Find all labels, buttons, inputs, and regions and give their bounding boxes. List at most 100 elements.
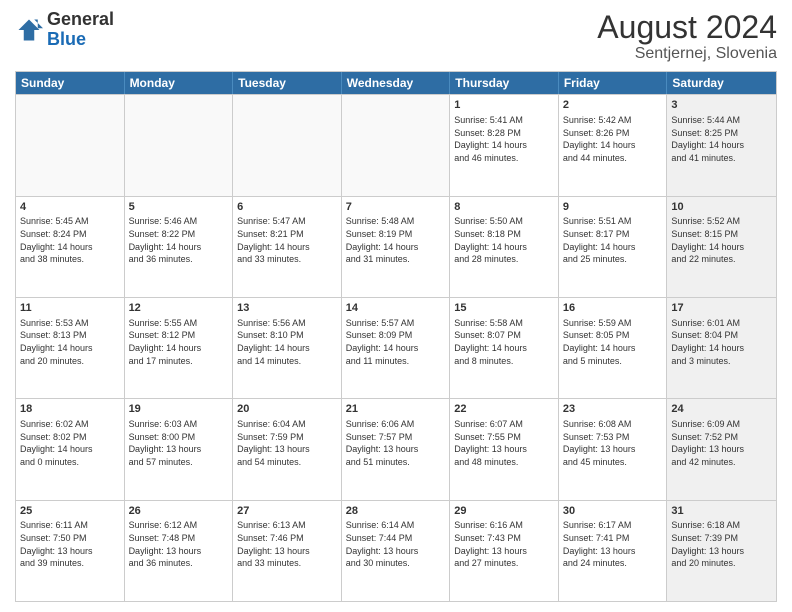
calendar-cell: 3Sunrise: 5:44 AM Sunset: 8:25 PM Daylig… bbox=[667, 95, 776, 195]
calendar-cell: 19Sunrise: 6:03 AM Sunset: 8:00 PM Dayli… bbox=[125, 399, 234, 499]
calendar-cell: 7Sunrise: 5:48 AM Sunset: 8:19 PM Daylig… bbox=[342, 197, 451, 297]
calendar-cell bbox=[342, 95, 451, 195]
calendar-cell: 6Sunrise: 5:47 AM Sunset: 8:21 PM Daylig… bbox=[233, 197, 342, 297]
logo-general: General bbox=[47, 9, 114, 29]
day-number: 6 bbox=[237, 200, 337, 215]
day-number: 10 bbox=[671, 200, 772, 215]
cell-content: Sunrise: 5:53 AM Sunset: 8:13 PM Dayligh… bbox=[20, 317, 120, 367]
day-number: 11 bbox=[20, 301, 120, 316]
calendar-cell: 23Sunrise: 6:08 AM Sunset: 7:53 PM Dayli… bbox=[559, 399, 668, 499]
calendar-cell: 1Sunrise: 5:41 AM Sunset: 8:28 PM Daylig… bbox=[450, 95, 559, 195]
day-header-monday: Monday bbox=[125, 72, 234, 94]
cell-content: Sunrise: 5:48 AM Sunset: 8:19 PM Dayligh… bbox=[346, 215, 446, 265]
cell-content: Sunrise: 5:56 AM Sunset: 8:10 PM Dayligh… bbox=[237, 317, 337, 367]
calendar-row: 1Sunrise: 5:41 AM Sunset: 8:28 PM Daylig… bbox=[16, 94, 776, 195]
logo: General Blue bbox=[15, 10, 114, 50]
day-number: 17 bbox=[671, 301, 772, 316]
day-number: 21 bbox=[346, 402, 446, 417]
day-header-thursday: Thursday bbox=[450, 72, 559, 94]
page: General Blue August 2024 Sentjernej, Slo… bbox=[0, 0, 792, 612]
title-section: August 2024 Sentjernej, Slovenia bbox=[597, 10, 777, 63]
day-number: 20 bbox=[237, 402, 337, 417]
subtitle: Sentjernej, Slovenia bbox=[597, 45, 777, 63]
calendar-cell: 20Sunrise: 6:04 AM Sunset: 7:59 PM Dayli… bbox=[233, 399, 342, 499]
calendar-cell: 12Sunrise: 5:55 AM Sunset: 8:12 PM Dayli… bbox=[125, 298, 234, 398]
day-number: 19 bbox=[129, 402, 229, 417]
cell-content: Sunrise: 6:04 AM Sunset: 7:59 PM Dayligh… bbox=[237, 418, 337, 468]
cell-content: Sunrise: 6:13 AM Sunset: 7:46 PM Dayligh… bbox=[237, 519, 337, 569]
calendar-row: 25Sunrise: 6:11 AM Sunset: 7:50 PM Dayli… bbox=[16, 500, 776, 601]
day-number: 27 bbox=[237, 504, 337, 519]
cell-content: Sunrise: 5:45 AM Sunset: 8:24 PM Dayligh… bbox=[20, 215, 120, 265]
cell-content: Sunrise: 5:47 AM Sunset: 8:21 PM Dayligh… bbox=[237, 215, 337, 265]
cell-content: Sunrise: 5:59 AM Sunset: 8:05 PM Dayligh… bbox=[563, 317, 663, 367]
calendar-cell: 21Sunrise: 6:06 AM Sunset: 7:57 PM Dayli… bbox=[342, 399, 451, 499]
calendar-cell: 22Sunrise: 6:07 AM Sunset: 7:55 PM Dayli… bbox=[450, 399, 559, 499]
calendar-cell: 25Sunrise: 6:11 AM Sunset: 7:50 PM Dayli… bbox=[16, 501, 125, 601]
calendar-cell: 13Sunrise: 5:56 AM Sunset: 8:10 PM Dayli… bbox=[233, 298, 342, 398]
logo-text: General Blue bbox=[47, 10, 114, 50]
day-number: 14 bbox=[346, 301, 446, 316]
calendar-cell: 8Sunrise: 5:50 AM Sunset: 8:18 PM Daylig… bbox=[450, 197, 559, 297]
day-number: 26 bbox=[129, 504, 229, 519]
day-number: 31 bbox=[671, 504, 772, 519]
cell-content: Sunrise: 5:50 AM Sunset: 8:18 PM Dayligh… bbox=[454, 215, 554, 265]
day-number: 28 bbox=[346, 504, 446, 519]
cell-content: Sunrise: 5:57 AM Sunset: 8:09 PM Dayligh… bbox=[346, 317, 446, 367]
calendar-header: SundayMondayTuesdayWednesdayThursdayFrid… bbox=[16, 72, 776, 94]
day-number: 2 bbox=[563, 98, 663, 113]
cell-content: Sunrise: 5:51 AM Sunset: 8:17 PM Dayligh… bbox=[563, 215, 663, 265]
day-number: 24 bbox=[671, 402, 772, 417]
day-number: 7 bbox=[346, 200, 446, 215]
calendar-cell: 14Sunrise: 5:57 AM Sunset: 8:09 PM Dayli… bbox=[342, 298, 451, 398]
cell-content: Sunrise: 6:12 AM Sunset: 7:48 PM Dayligh… bbox=[129, 519, 229, 569]
calendar-cell: 11Sunrise: 5:53 AM Sunset: 8:13 PM Dayli… bbox=[16, 298, 125, 398]
calendar-cell bbox=[125, 95, 234, 195]
cell-content: Sunrise: 6:11 AM Sunset: 7:50 PM Dayligh… bbox=[20, 519, 120, 569]
cell-content: Sunrise: 6:18 AM Sunset: 7:39 PM Dayligh… bbox=[671, 519, 772, 569]
cell-content: Sunrise: 6:09 AM Sunset: 7:52 PM Dayligh… bbox=[671, 418, 772, 468]
cell-content: Sunrise: 6:03 AM Sunset: 8:00 PM Dayligh… bbox=[129, 418, 229, 468]
day-number: 25 bbox=[20, 504, 120, 519]
day-header-sunday: Sunday bbox=[16, 72, 125, 94]
calendar-cell: 30Sunrise: 6:17 AM Sunset: 7:41 PM Dayli… bbox=[559, 501, 668, 601]
day-number: 15 bbox=[454, 301, 554, 316]
cell-content: Sunrise: 6:01 AM Sunset: 8:04 PM Dayligh… bbox=[671, 317, 772, 367]
logo-icon bbox=[15, 16, 43, 44]
day-number: 13 bbox=[237, 301, 337, 316]
calendar-cell: 16Sunrise: 5:59 AM Sunset: 8:05 PM Dayli… bbox=[559, 298, 668, 398]
cell-content: Sunrise: 6:07 AM Sunset: 7:55 PM Dayligh… bbox=[454, 418, 554, 468]
day-number: 12 bbox=[129, 301, 229, 316]
day-number: 29 bbox=[454, 504, 554, 519]
day-number: 22 bbox=[454, 402, 554, 417]
cell-content: Sunrise: 5:41 AM Sunset: 8:28 PM Dayligh… bbox=[454, 114, 554, 164]
calendar-cell: 9Sunrise: 5:51 AM Sunset: 8:17 PM Daylig… bbox=[559, 197, 668, 297]
cell-content: Sunrise: 5:52 AM Sunset: 8:15 PM Dayligh… bbox=[671, 215, 772, 265]
day-header-friday: Friday bbox=[559, 72, 668, 94]
cell-content: Sunrise: 6:14 AM Sunset: 7:44 PM Dayligh… bbox=[346, 519, 446, 569]
cell-content: Sunrise: 5:58 AM Sunset: 8:07 PM Dayligh… bbox=[454, 317, 554, 367]
calendar-row: 18Sunrise: 6:02 AM Sunset: 8:02 PM Dayli… bbox=[16, 398, 776, 499]
calendar-cell: 10Sunrise: 5:52 AM Sunset: 8:15 PM Dayli… bbox=[667, 197, 776, 297]
header: General Blue August 2024 Sentjernej, Slo… bbox=[15, 10, 777, 63]
calendar-cell: 27Sunrise: 6:13 AM Sunset: 7:46 PM Dayli… bbox=[233, 501, 342, 601]
day-number: 30 bbox=[563, 504, 663, 519]
calendar-cell: 15Sunrise: 5:58 AM Sunset: 8:07 PM Dayli… bbox=[450, 298, 559, 398]
day-number: 8 bbox=[454, 200, 554, 215]
cell-content: Sunrise: 6:02 AM Sunset: 8:02 PM Dayligh… bbox=[20, 418, 120, 468]
day-number: 16 bbox=[563, 301, 663, 316]
calendar-cell: 29Sunrise: 6:16 AM Sunset: 7:43 PM Dayli… bbox=[450, 501, 559, 601]
day-number: 3 bbox=[671, 98, 772, 113]
day-number: 4 bbox=[20, 200, 120, 215]
calendar: SundayMondayTuesdayWednesdayThursdayFrid… bbox=[15, 71, 777, 602]
day-header-wednesday: Wednesday bbox=[342, 72, 451, 94]
calendar-row: 11Sunrise: 5:53 AM Sunset: 8:13 PM Dayli… bbox=[16, 297, 776, 398]
calendar-cell: 2Sunrise: 5:42 AM Sunset: 8:26 PM Daylig… bbox=[559, 95, 668, 195]
calendar-cell: 18Sunrise: 6:02 AM Sunset: 8:02 PM Dayli… bbox=[16, 399, 125, 499]
day-number: 9 bbox=[563, 200, 663, 215]
calendar-cell bbox=[233, 95, 342, 195]
cell-content: Sunrise: 5:44 AM Sunset: 8:25 PM Dayligh… bbox=[671, 114, 772, 164]
logo-blue: Blue bbox=[47, 29, 86, 49]
day-header-tuesday: Tuesday bbox=[233, 72, 342, 94]
cell-content: Sunrise: 5:55 AM Sunset: 8:12 PM Dayligh… bbox=[129, 317, 229, 367]
